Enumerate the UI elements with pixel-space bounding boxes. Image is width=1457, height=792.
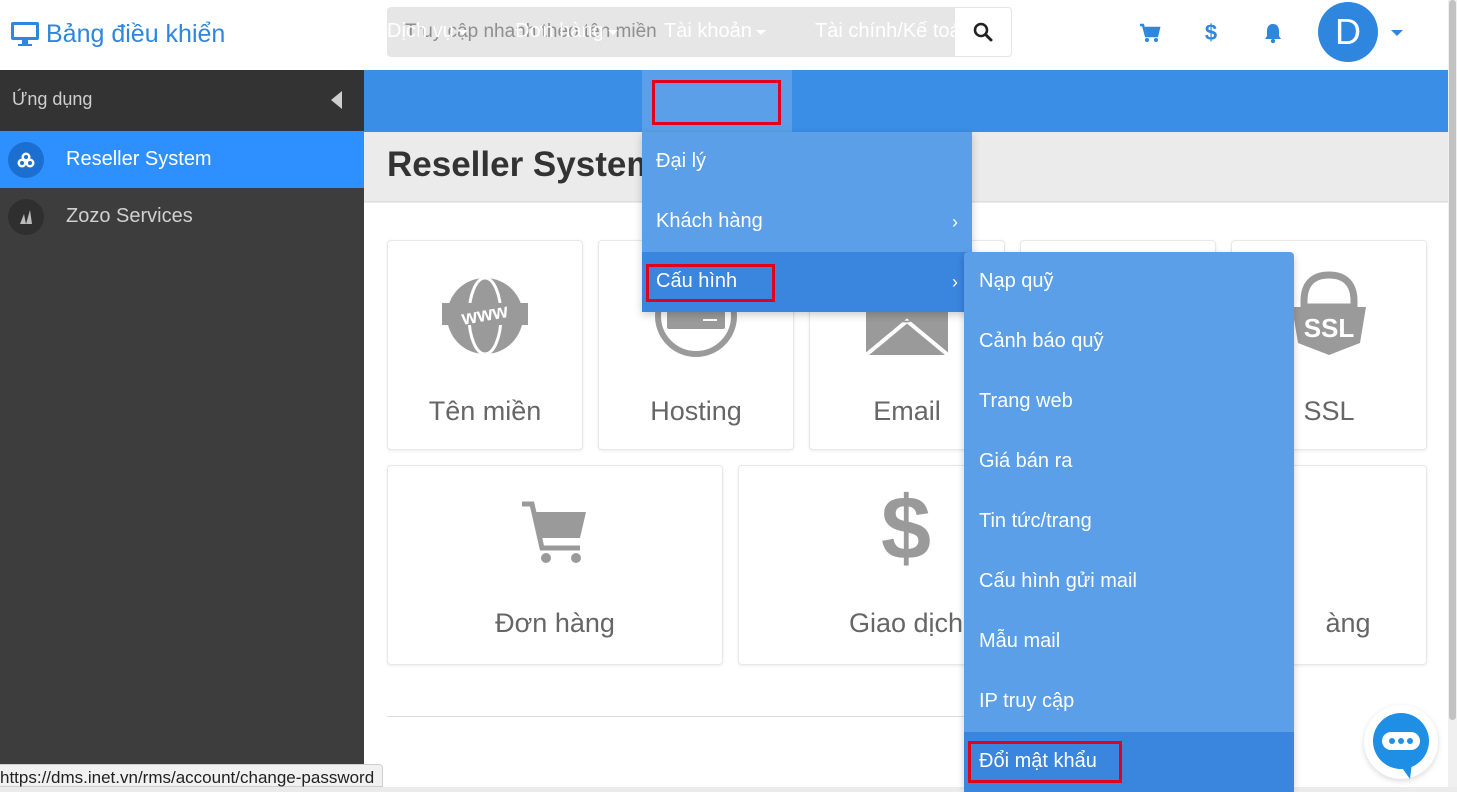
menu-item-customers[interactable]: Khách hàng › xyxy=(642,192,972,252)
caret-down-icon xyxy=(457,29,468,35)
divider xyxy=(387,716,967,717)
submenu-item-mail-template[interactable]: Mẫu mail xyxy=(964,612,1294,672)
submenu-item-label: Cảnh báo quỹ xyxy=(979,330,1104,352)
submenu-item-label: Tin tức/trang xyxy=(979,510,1092,532)
sidebar-item-label: Zozo Services xyxy=(66,205,193,227)
nav-item-account[interactable]: Tài khoản xyxy=(664,0,766,62)
dollar-icon: $ xyxy=(1204,20,1218,45)
chevron-right-icon: › xyxy=(952,272,958,292)
menu-item-label: Đại lý xyxy=(656,150,707,172)
submenu-item-label: Nạp quỹ xyxy=(979,270,1054,292)
finance-button[interactable]: $ xyxy=(1198,20,1224,46)
card-label: Tên miền xyxy=(428,396,542,426)
submenu-item-label: Cấu hình gửi mail xyxy=(979,570,1137,592)
zozo-logo-icon xyxy=(8,199,44,235)
nav-item-orders[interactable]: Đơn hàng xyxy=(515,0,618,62)
card-domain[interactable]: www Tên miền xyxy=(387,240,583,450)
caret-down-icon xyxy=(755,29,766,35)
sidebar-item-label: Reseller System xyxy=(66,148,212,170)
apps-icon xyxy=(8,142,44,178)
menu-item-label: Khách hàng xyxy=(656,210,763,232)
ssl-badge-icon: SSL xyxy=(1286,271,1372,362)
nav-item-label: Tài chính/Kế toán xyxy=(815,19,972,42)
monitor-icon xyxy=(11,22,39,46)
nav-item-help[interactable]: Trợ giúp xyxy=(1038,0,1113,62)
submenu-item-deposit[interactable]: Nạp quỹ xyxy=(964,252,1294,312)
submenu-item-website[interactable]: Trang web xyxy=(964,372,1294,432)
chat-button[interactable] xyxy=(1364,705,1438,779)
cart-icon xyxy=(520,500,590,571)
sidebar-header: Ứng dụng xyxy=(0,70,364,131)
www-globe-icon: www xyxy=(442,273,528,364)
nav-item-finance[interactable]: Tài chính/Kế toán xyxy=(815,0,986,62)
highlight-box-account xyxy=(652,80,781,125)
caret-down-icon xyxy=(975,29,986,35)
page-title: Reseller System xyxy=(387,145,658,184)
submenu-item-fund-alert[interactable]: Cảnh báo quỹ xyxy=(964,312,1294,372)
highlight-box-change-password xyxy=(968,741,1122,783)
cart-icon xyxy=(1140,23,1161,42)
brand[interactable]: Bảng điều khiển xyxy=(10,14,225,54)
cart-button[interactable] xyxy=(1137,20,1163,46)
main-nav xyxy=(364,70,1448,132)
collapse-arrow-icon[interactable] xyxy=(331,91,342,109)
nav-item-label: Trợ giúp xyxy=(1038,19,1113,42)
nav-item-label: Tài khoản xyxy=(664,19,752,42)
highlight-box-configuration xyxy=(646,264,775,302)
sidebar-item-reseller-system[interactable]: Reseller System xyxy=(0,131,364,188)
status-bar-url: https://dms.inet.vn/rms/account/change-p… xyxy=(0,764,384,787)
submenu-item-label: IP truy cập xyxy=(979,690,1075,712)
nav-item-services[interactable]: Dịch vụ xyxy=(387,0,468,62)
sidebar-title: Ứng dụng xyxy=(12,89,93,109)
avatar[interactable]: D xyxy=(1318,2,1378,62)
submenu-item-ip-access[interactable]: IP truy cập xyxy=(964,672,1294,732)
bell-icon xyxy=(1265,24,1281,44)
caret-down-icon xyxy=(607,29,618,35)
chevron-right-icon: › xyxy=(952,212,958,232)
submenu-item-news-pages[interactable]: Tin tức/trang xyxy=(964,492,1294,552)
brand-title: Bảng điều khiển xyxy=(46,19,226,48)
card-label: Hosting xyxy=(650,396,742,426)
submenu-item-label: Trang web xyxy=(979,390,1073,412)
submenu-item-label: Giá bán ra xyxy=(979,450,1073,472)
menu-item-agency[interactable]: Đại lý xyxy=(642,132,972,192)
submenu-item-mail-config[interactable]: Cấu hình gửi mail xyxy=(964,552,1294,612)
svg-text:SSL: SSL xyxy=(1304,313,1355,343)
chat-icon xyxy=(1373,713,1429,779)
chevron-down-icon[interactable] xyxy=(1391,30,1403,36)
notifications-button[interactable] xyxy=(1260,20,1286,46)
card-label: Đơn hàng xyxy=(495,608,615,638)
nav-item-label: Đơn hàng xyxy=(515,19,604,42)
sidebar-item-zozo-services[interactable]: Zozo Services xyxy=(0,188,364,245)
card-orders[interactable]: Đơn hàng xyxy=(387,465,723,665)
nav-item-label: Dịch vụ xyxy=(387,19,454,42)
dollar-icon: $ xyxy=(880,479,932,579)
submenu-item-selling-price[interactable]: Giá bán ra xyxy=(964,432,1294,492)
submenu-item-label: Mẫu mail xyxy=(979,630,1061,652)
avatar-initial: D xyxy=(1335,11,1361,52)
configuration-submenu: Nạp quỹ Cảnh báo quỹ Trang web Giá bán r… xyxy=(964,252,1294,792)
sidebar: Ứng dụng Reseller System Zozo Services xyxy=(0,70,364,787)
